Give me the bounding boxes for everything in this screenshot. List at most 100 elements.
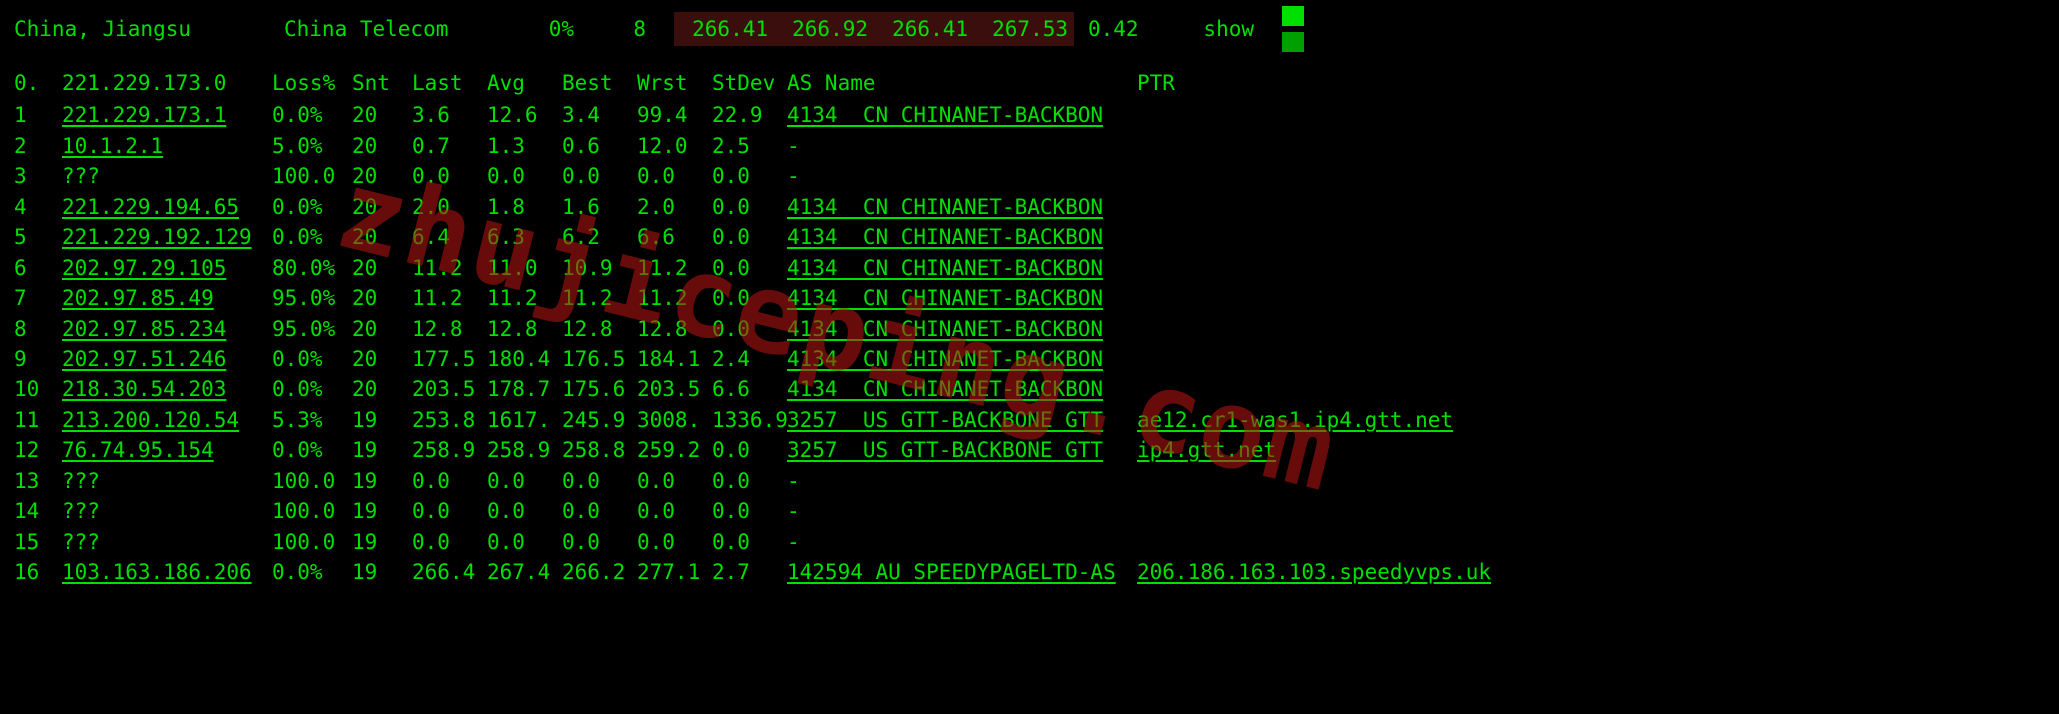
show-button[interactable]: show [1144,14,1254,44]
hop-asname: 4134 CN CHINANET-BACKBON [787,344,1137,374]
hop-ip[interactable]: 221.229.194.65 [62,192,272,222]
hop-stdev: 6.6 [712,374,787,404]
hop-asname: 3257 US GTT-BACKBONE GTT [787,435,1137,465]
hop-snt: 20 [352,314,412,344]
hdr-wrst: Wrst [637,68,712,98]
hop-last: 0.0 [412,466,487,496]
hop-snt: 20 [352,131,412,161]
hop-avg: 180.4 [487,344,562,374]
hop-ip[interactable]: ??? [62,527,272,557]
hop-avg: 267.4 [487,557,562,587]
hop-number: 3 [14,161,62,191]
trace-row: 1221.229.173.10.0%203.612.63.499.422.941… [14,100,2059,130]
hop-best: 6.2 [562,222,637,252]
hdr-hop: 0. [14,68,62,98]
hop-wrst: 2.0 [637,192,712,222]
trace-row: 210.1.2.15.0%200.71.30.612.02.5- [14,131,2059,161]
hop-ip[interactable]: 213.200.120.54 [62,405,272,435]
hop-ip[interactable]: 221.229.173.1 [62,100,272,130]
hop-asname: - [787,466,1137,496]
hop-stdev: 1336.9 [712,405,787,435]
status-latency-4: 267.53 [974,12,1074,46]
hop-best: 258.8 [562,435,637,465]
trace-row: 6202.97.29.10580.0%2011.211.010.911.20.0… [14,253,2059,283]
hop-wrst: 3008. [637,405,712,435]
trace-row: 10218.30.54.2030.0%20203.5178.7175.6203.… [14,374,2059,404]
hop-wrst: 0.0 [637,527,712,557]
hop-number: 11 [14,405,62,435]
hop-ptr [1137,253,2059,283]
hop-best: 0.0 [562,161,637,191]
hop-asname: - [787,131,1137,161]
hop-loss: 100.0 [272,466,352,496]
hop-ptr [1137,496,2059,526]
hop-stdev: 0.0 [712,222,787,252]
trace-row: 14???100.0190.00.00.00.00.0- [14,496,2059,526]
hop-stdev: 0.0 [712,253,787,283]
hop-avg: 0.0 [487,527,562,557]
hop-ptr: ae12.cr1-was1.ip4.gtt.net [1137,405,2059,435]
hop-loss: 0.0% [272,557,352,587]
hop-ip[interactable]: 202.97.51.246 [62,344,272,374]
hop-asname: 4134 CN CHINANET-BACKBON [787,100,1137,130]
hop-snt: 20 [352,283,412,313]
hop-last: 3.6 [412,100,487,130]
hop-best: 11.2 [562,283,637,313]
hop-ptr [1137,344,2059,374]
hop-last: 12.8 [412,314,487,344]
hop-ip[interactable]: 10.1.2.1 [62,131,272,161]
hop-avg: 258.9 [487,435,562,465]
hop-number: 10 [14,374,62,404]
hop-wrst: 12.0 [637,131,712,161]
hop-ip[interactable]: 202.97.29.105 [62,253,272,283]
hop-ip[interactable]: 221.229.192.129 [62,222,272,252]
hop-last: 6.4 [412,222,487,252]
trace-row: 3???100.0200.00.00.00.00.0- [14,161,2059,191]
hop-wrst: 203.5 [637,374,712,404]
status-latency-3: 266.41 [874,12,974,46]
hop-best: 176.5 [562,344,637,374]
hop-number: 16 [14,557,62,587]
hop-ip[interactable]: 202.97.85.234 [62,314,272,344]
trace-row: 7202.97.85.4995.0%2011.211.211.211.20.04… [14,283,2059,313]
hop-best: 0.6 [562,131,637,161]
hop-wrst: 11.2 [637,283,712,313]
hop-wrst: 6.6 [637,222,712,252]
hdr-best: Best [562,68,637,98]
hop-asname: 4134 CN CHINANET-BACKBON [787,314,1137,344]
hop-ip[interactable]: 103.163.186.206 [62,557,272,587]
hop-ip[interactable]: ??? [62,161,272,191]
hop-ip[interactable]: ??? [62,496,272,526]
hop-stdev: 0.0 [712,435,787,465]
hop-ip[interactable]: 202.97.85.49 [62,283,272,313]
hop-loss: 100.0 [272,527,352,557]
hop-asname: - [787,527,1137,557]
hop-stdev: 0.0 [712,161,787,191]
hop-number: 4 [14,192,62,222]
hop-wrst: 0.0 [637,161,712,191]
hop-avg: 1.3 [487,131,562,161]
hop-best: 0.0 [562,527,637,557]
hop-snt: 20 [352,253,412,283]
hop-snt: 20 [352,161,412,191]
status-latency-1: 266.41 [674,12,774,46]
hop-ptr [1137,314,2059,344]
hop-ip[interactable]: 76.74.95.154 [62,435,272,465]
hop-loss: 0.0% [272,435,352,465]
hop-snt: 19 [352,496,412,526]
hop-last: 0.0 [412,161,487,191]
hop-ip[interactable]: ??? [62,466,272,496]
hop-loss: 0.0% [272,222,352,252]
hop-avg: 12.6 [487,100,562,130]
hop-wrst: 0.0 [637,466,712,496]
hop-snt: 19 [352,527,412,557]
hop-loss: 0.0% [272,100,352,130]
hop-wrst: 277.1 [637,557,712,587]
hop-ip[interactable]: 218.30.54.203 [62,374,272,404]
hop-avg: 0.0 [487,496,562,526]
hop-asname: 4134 CN CHINANET-BACKBON [787,283,1137,313]
hop-wrst: 259.2 [637,435,712,465]
hop-asname: - [787,496,1137,526]
trace-row: 9202.97.51.2460.0%20177.5180.4176.5184.1… [14,344,2059,374]
hop-best: 0.0 [562,496,637,526]
